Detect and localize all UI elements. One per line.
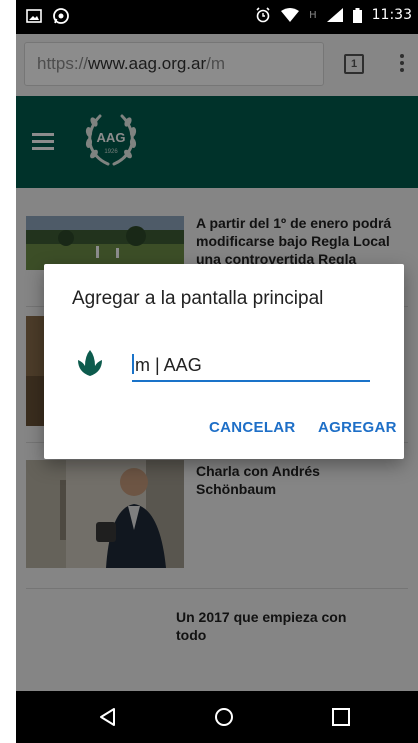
navigation-bar: [16, 691, 418, 743]
home-icon[interactable]: [214, 707, 234, 727]
clock: 11:33: [371, 7, 412, 23]
signal-icon: [326, 8, 343, 22]
dialog-title: Agregar a la pantalla principal: [72, 288, 324, 309]
add-to-home-dialog: Agregar a la pantalla principal m | AAG …: [44, 264, 404, 459]
wifi-icon: [281, 8, 300, 22]
shortcut-name-input[interactable]: m | AAG: [132, 354, 370, 382]
recents-icon[interactable]: [331, 707, 351, 727]
phone-screen: H 11:33 https://www.aag.org.ar/m 1 AAG 1…: [16, 0, 418, 743]
whatsapp-icon: [53, 8, 69, 24]
site-favicon-icon: [78, 350, 102, 376]
status-bar: H 11:33: [16, 0, 418, 34]
back-icon[interactable]: [98, 707, 118, 727]
alarm-icon: [256, 7, 270, 23]
network-type: H: [309, 9, 317, 21]
text-caret: [132, 354, 134, 374]
image-notification-icon: [26, 9, 42, 23]
cancel-button[interactable]: CANCELAR: [209, 419, 296, 436]
battery-icon: [352, 7, 362, 23]
add-button[interactable]: AGREGAR: [318, 419, 397, 436]
shortcut-name-value: m | AAG: [135, 355, 202, 375]
